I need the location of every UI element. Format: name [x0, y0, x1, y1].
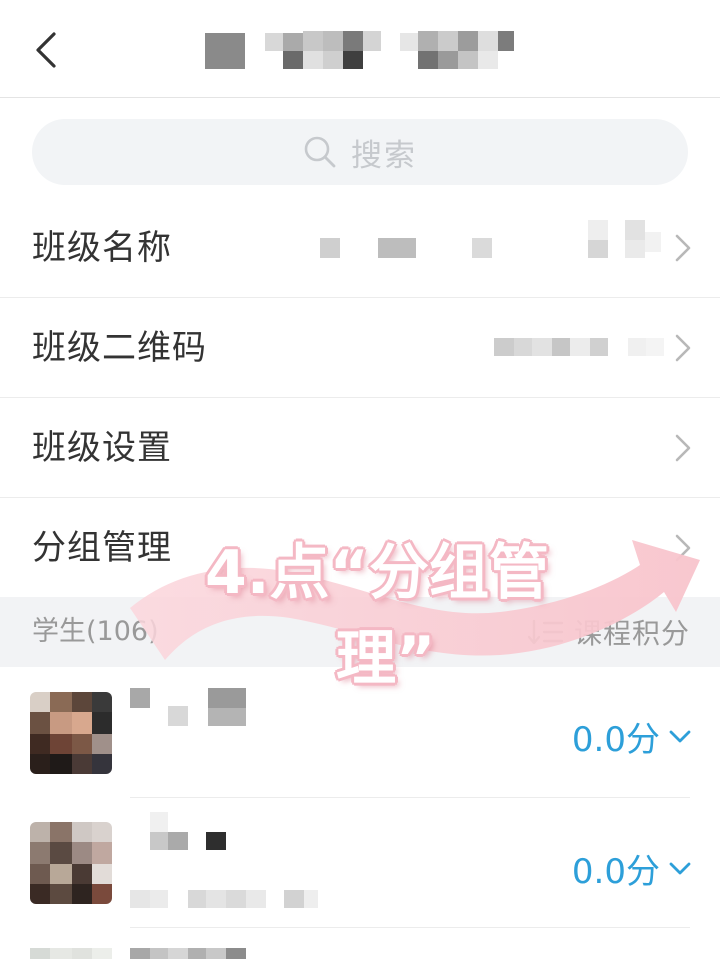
chevron-down-icon [669, 730, 691, 742]
back-button[interactable] [22, 26, 70, 74]
page-title-redacted [205, 31, 517, 71]
student-avatar [30, 822, 112, 904]
chevron-right-icon [675, 434, 691, 462]
menu-row-class-name[interactable]: 班级名称 [0, 198, 720, 298]
student-score: 0.0分 [571, 852, 660, 892]
student-row[interactable]: 0.0分 [0, 798, 720, 928]
student-avatar [30, 692, 112, 774]
students-count: 学生(106) [32, 616, 159, 647]
search-bar[interactable]: 搜索 [32, 119, 688, 185]
sort-icon [527, 619, 564, 645]
class-name-value-redacted [320, 220, 670, 270]
student-row[interactable] [0, 928, 720, 959]
student-score-button[interactable]: 0.0分 [572, 712, 692, 761]
back-icon [36, 32, 56, 68]
chevron-right-icon [675, 234, 691, 262]
student-score-button[interactable]: 0.0分 [572, 844, 692, 893]
students-section-header: 学生(106) 课程积分 [0, 597, 720, 667]
student-avatar [30, 948, 112, 959]
search-placeholder: 搜索 [351, 137, 417, 174]
search-icon [304, 136, 336, 168]
student-score: 0.0分 [571, 720, 660, 760]
sort-label: 课程积分 [573, 617, 690, 650]
student-name-redacted [130, 688, 250, 758]
class-name-label: 班级名称 [32, 228, 172, 268]
chevron-right-icon [675, 334, 691, 362]
class-qrcode-value-redacted [494, 326, 669, 370]
class-settings-label: 班级设置 [32, 428, 172, 468]
student-name-redacted [130, 812, 330, 912]
chevron-down-icon [669, 862, 691, 874]
student-row[interactable]: 0.0分 [0, 668, 720, 798]
menu-row-class-settings[interactable]: 班级设置 [0, 398, 720, 498]
top-bar [0, 0, 720, 98]
menu-row-group-management[interactable]: 分组管理 [0, 498, 720, 598]
student-name-redacted [130, 948, 250, 959]
sort-by-course-points[interactable]: 课程积分 [527, 597, 690, 667]
class-qrcode-label: 班级二维码 [32, 328, 207, 368]
chevron-right-icon [675, 534, 691, 562]
group-management-label: 分组管理 [32, 528, 172, 568]
menu-row-class-qrcode[interactable]: 班级二维码 [0, 298, 720, 398]
